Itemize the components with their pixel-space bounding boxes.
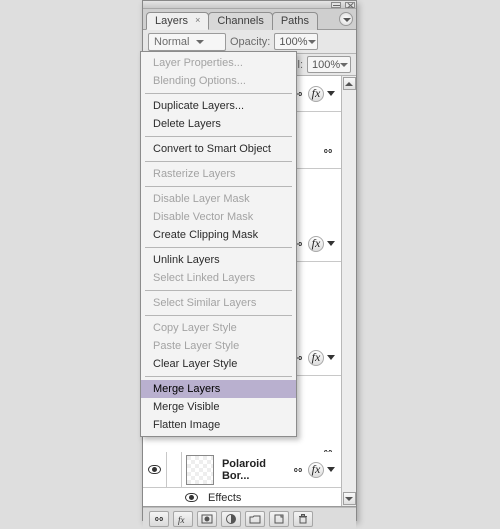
menu-separator [145,247,292,248]
fx-icon: fx [308,350,324,366]
new-page-icon [273,513,285,525]
fx-icon: fx [308,462,324,478]
fx-icon: fx [177,513,189,525]
fx-icon: fx [308,86,324,102]
link-layers-button[interactable] [149,511,169,527]
menu-disable-layer-mask: Disable Layer Mask [141,190,296,208]
chevron-down-icon [193,35,207,49]
opacity-label: Opacity: [230,36,270,48]
layer-style-button[interactable]: fx [173,511,193,527]
menu-copy-layer-style: Copy Layer Style [141,319,296,337]
fx-icon: fx [308,236,324,252]
menu-separator [145,376,292,377]
opacity-field[interactable]: 100% [274,33,318,50]
blend-mode-value: Normal [154,36,189,48]
svg-text:fx: fx [178,515,185,525]
layers-footer: fx [143,507,356,529]
tab-channels[interactable]: Channels [208,12,272,30]
blend-mode-select[interactable]: Normal [148,33,226,51]
menu-separator [145,93,292,94]
layer-context-menu: Layer Properties... Blending Options... … [140,51,297,437]
menu-blending-options: Blending Options... [141,72,296,90]
trash-icon [297,513,309,525]
mask-icon [201,513,213,525]
menu-duplicate-layers[interactable]: Duplicate Layers... [141,97,296,115]
delete-layer-button[interactable] [293,511,313,527]
close-button[interactable] [345,2,355,8]
layer-mask-button[interactable] [197,511,217,527]
chevron-down-icon[interactable] [327,91,335,96]
effects-row[interactable]: Effects [185,488,341,507]
menu-select-linked-layers: Select Linked Layers [141,269,296,287]
folder-icon [249,513,261,525]
menu-separator [145,136,292,137]
chevron-down-icon [308,40,316,44]
menu-create-clipping-mask[interactable]: Create Clipping Mask [141,226,296,244]
menu-merge-visible[interactable]: Merge Visible [141,398,296,416]
chevron-down-icon[interactable] [327,355,335,360]
panel-menu-button[interactable] [339,12,353,26]
tab-label: Layers [155,15,188,27]
link-icon [153,513,165,525]
menu-rasterize-layers: Rasterize Layers [141,165,296,183]
scroll-up-button[interactable] [343,77,356,90]
menu-paste-layer-style: Paste Layer Style [141,337,296,355]
menu-merge-layers[interactable]: Merge Layers [141,380,296,398]
new-group-button[interactable] [245,511,265,527]
effects-label: Effects [208,492,241,504]
layer-thumbnail[interactable] [186,455,214,485]
tab-layers[interactable]: Layers × [146,12,209,30]
menu-separator [145,186,292,187]
adjustment-layer-button[interactable] [221,511,241,527]
link-icon [321,146,335,156]
menu-separator [145,161,292,162]
visibility-toggle[interactable] [143,452,167,487]
link-col [167,452,182,487]
fill-field[interactable]: 100% [307,56,351,73]
menu-delete-layers[interactable]: Delete Layers [141,115,296,133]
adjustment-icon [225,513,237,525]
scroll-down-button[interactable] [343,492,356,505]
layer-name[interactable]: Polaroid Bor... [222,458,291,482]
chevron-down-icon[interactable] [327,241,335,246]
menu-clear-layer-style[interactable]: Clear Layer Style [141,355,296,373]
menu-flatten-image[interactable]: Flatten Image [141,416,296,434]
chevron-down-icon[interactable] [327,467,335,472]
layer-row-polaroid[interactable]: Polaroid Bor... fx [143,452,341,488]
menu-unlink-layers[interactable]: Unlink Layers [141,251,296,269]
link-icon [291,465,305,475]
vertical-scrollbar[interactable] [341,76,356,506]
close-icon[interactable]: × [195,15,200,25]
chevron-down-icon [340,63,348,67]
tab-strip: Layers × Channels Paths [143,9,356,30]
eye-icon [148,465,161,474]
fill-value: 100% [312,59,340,71]
menu-select-similar-layers: Select Similar Layers [141,294,296,312]
tab-paths[interactable]: Paths [272,12,318,30]
opacity-value: 100% [279,36,307,48]
menu-disable-vector-mask: Disable Vector Mask [141,208,296,226]
panel-titlebar [143,1,356,9]
menu-convert-smart-object[interactable]: Convert to Smart Object [141,140,296,158]
new-layer-button[interactable] [269,511,289,527]
menu-separator [145,290,292,291]
minimize-button[interactable] [331,2,341,8]
eye-icon[interactable] [185,493,198,502]
menu-layer-properties: Layer Properties... [141,54,296,72]
menu-separator [145,315,292,316]
